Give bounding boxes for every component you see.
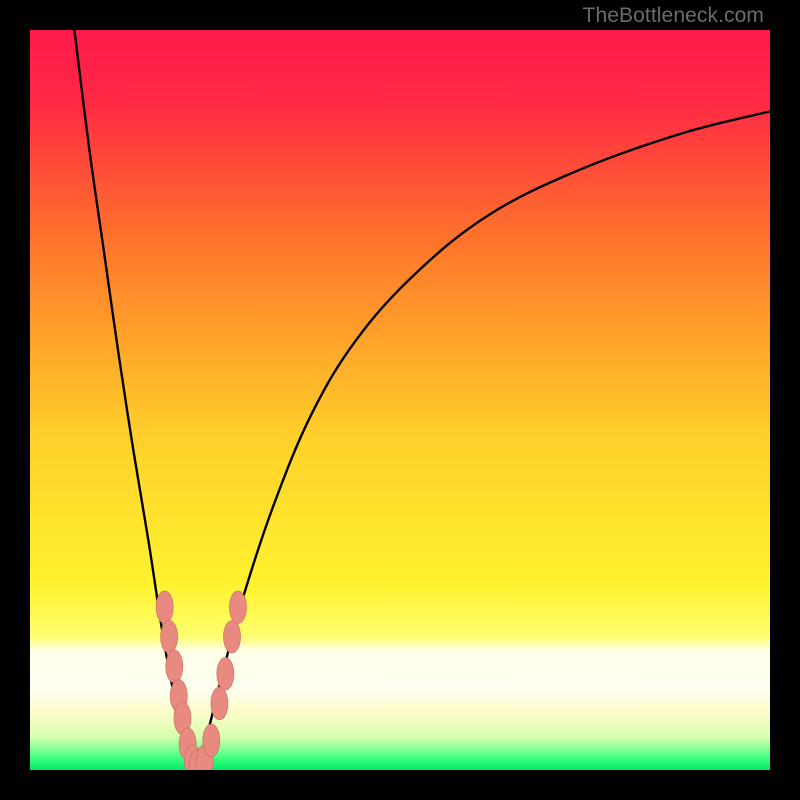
data-marker [166,650,183,683]
data-marker [161,620,178,653]
data-marker [211,687,228,720]
data-marker [217,657,234,690]
data-marker [229,591,246,624]
curve-right-branch [197,111,771,770]
plot-frame [30,30,770,770]
bottleneck-curve [30,30,770,770]
watermark-text: TheBottleneck.com [583,4,764,28]
data-marker [223,620,240,653]
data-marker [156,591,173,624]
data-marker [203,724,220,757]
